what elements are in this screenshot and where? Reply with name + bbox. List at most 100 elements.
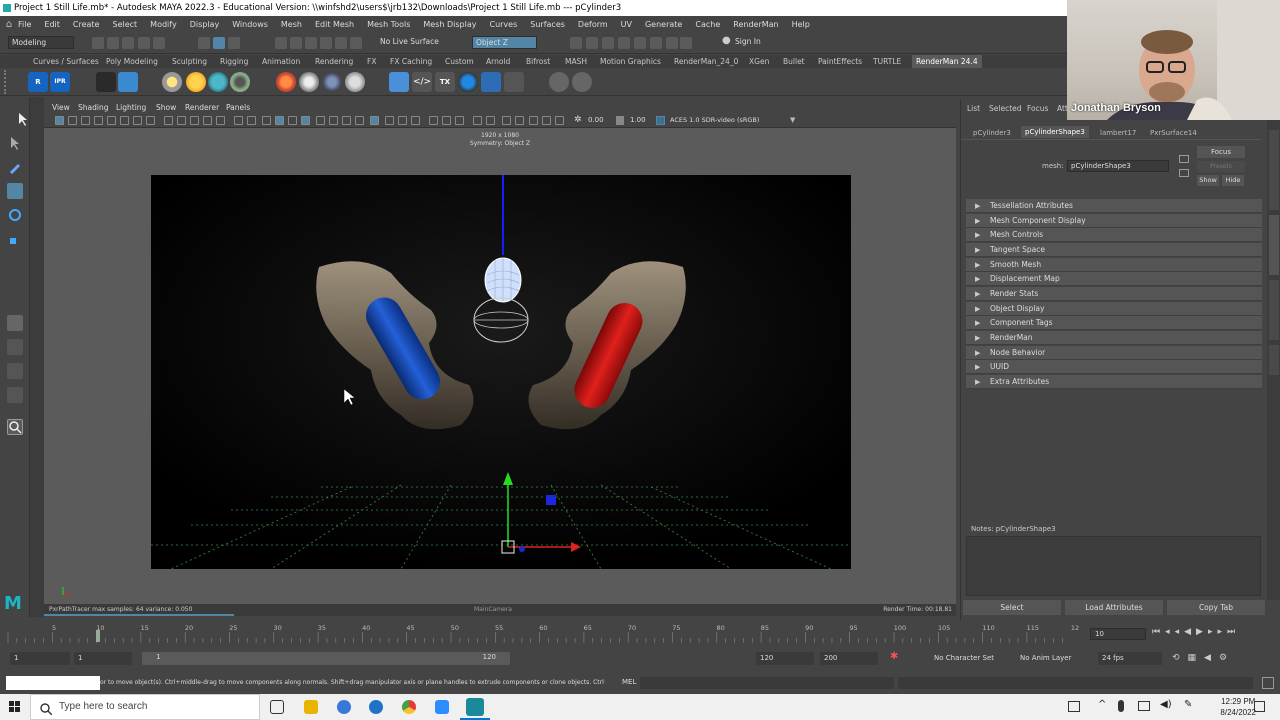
single-perspective-layout-icon[interactable] (7, 315, 23, 331)
color-management-icon[interactable] (656, 116, 665, 125)
bookmarks-icon[interactable] (81, 116, 90, 125)
motion-blur-icon[interactable] (329, 116, 338, 125)
sign-in-dropdown[interactable]: Sign In (732, 36, 800, 49)
microphone-icon[interactable] (1118, 700, 1124, 712)
icon-group[interactable] (529, 116, 538, 125)
shelf-tab-renderman-24-0[interactable]: RenderMan_24_0 (674, 57, 738, 66)
image-plane-icon[interactable] (94, 116, 103, 125)
shelf-tab-animation[interactable]: Animation (262, 57, 300, 66)
section-tangent-space[interactable]: ▶ Tangent Space (966, 243, 1262, 257)
outliner-side-tabs[interactable] (30, 97, 44, 617)
mesh-name-field[interactable]: pCylinderShape3 (1067, 160, 1169, 172)
animation-start-field[interactable]: 1 (10, 652, 70, 665)
taskbar-clock[interactable]: 12:29 PM 8/24/2022 (1220, 696, 1256, 718)
node-tab-pcylinder3[interactable]: pCylinder3 (973, 129, 1011, 137)
backface-culling-icon[interactable] (429, 116, 438, 125)
new-scene-icon[interactable] (92, 37, 104, 49)
two-d-pan-icon[interactable] (107, 116, 116, 125)
side-tab-xgen[interactable] (1269, 345, 1279, 375)
snap-grid-icon[interactable] (275, 37, 287, 49)
shelf-tab-arnold[interactable]: Arnold (486, 57, 510, 66)
field-chart-icon[interactable] (190, 116, 199, 125)
depth-of-field-icon[interactable] (355, 116, 364, 125)
rotate-tool-icon[interactable] (7, 207, 23, 223)
pxr-volume-icon[interactable] (299, 72, 319, 92)
xray-active-icon[interactable] (398, 116, 407, 125)
node-tab-lambert17[interactable]: lambert17 (1100, 129, 1136, 137)
cycle-icon[interactable] (542, 116, 551, 125)
menu-windows[interactable]: Windows (232, 20, 268, 29)
render-camera-icon[interactable] (96, 72, 116, 92)
node-tab-pcylindershape3[interactable]: pCylinderShape3 (1021, 126, 1089, 138)
lasso-tool-icon[interactable] (7, 135, 23, 151)
render-view-icon[interactable] (570, 37, 582, 49)
persp-outliner-layout-icon[interactable] (7, 363, 23, 379)
menu-display[interactable]: Display (190, 20, 220, 29)
panel-menu-lighting[interactable]: Lighting (116, 103, 146, 112)
dome-light-icon[interactable] (208, 72, 228, 92)
shadows-icon[interactable] (301, 116, 310, 125)
menu-deform[interactable]: Deform (578, 20, 608, 29)
section-renderman[interactable]: ▶ RenderMan (966, 331, 1262, 345)
osl-code-icon[interactable]: </> (412, 72, 432, 92)
use-all-lights-icon[interactable] (288, 116, 297, 125)
textured-icon[interactable] (275, 116, 284, 125)
select-button[interactable]: Select (963, 600, 1061, 615)
windows-start-icon[interactable] (9, 701, 21, 715)
shelf-tab-sculpting[interactable]: Sculpting (172, 57, 207, 66)
screen-space-ao-icon[interactable] (316, 116, 325, 125)
pause-viewport-icon[interactable] (680, 37, 692, 49)
panel-menu-renderer[interactable]: Renderer (185, 103, 219, 112)
gate-mask-icon[interactable] (177, 116, 186, 125)
panel-menu-show[interactable]: Show (156, 103, 176, 112)
renderman-help-icon[interactable] (572, 72, 592, 92)
menu-edit[interactable]: Edit (44, 20, 60, 29)
copy-node-icon[interactable] (1179, 169, 1189, 177)
open-scene-icon[interactable] (107, 37, 119, 49)
renderman-settings-icon[interactable] (549, 72, 569, 92)
copy-tab-button[interactable]: Copy Tab (1167, 600, 1265, 615)
txmake-icon[interactable]: TX (435, 72, 455, 92)
snap-point-icon[interactable] (305, 37, 317, 49)
isolate-select-icon[interactable] (370, 116, 379, 125)
mel-label[interactable]: MEL (622, 678, 636, 686)
section-extra-attributes[interactable]: ▶ Extra Attributes (966, 375, 1262, 389)
hide-button[interactable]: Hide (1222, 175, 1244, 186)
time-slider[interactable]: 5 10 15 20 25 30 35 40 45 50 55 60 65 70 75 80 85 90 95 100… (0, 620, 1280, 648)
file-explorer-icon[interactable] (304, 700, 318, 714)
xray-joints-icon[interactable] (411, 116, 420, 125)
fps-dropdown[interactable]: 24 fps (1098, 652, 1162, 665)
shelf-tab-fx-caching[interactable]: FX Caching (390, 57, 432, 66)
shelf-tab-rigging[interactable]: Rigging (220, 57, 248, 66)
shelf-tab-xgen[interactable]: XGen (749, 57, 769, 66)
pxr-cube-icon[interactable] (389, 72, 409, 92)
shelf-tab-custom[interactable]: Custom (445, 57, 474, 66)
scale-tool-icon[interactable] (7, 231, 23, 247)
redo-icon[interactable] (153, 37, 165, 49)
safe-title-icon[interactable] (216, 116, 225, 125)
menu-help[interactable]: Help (792, 20, 810, 29)
menu-file[interactable]: File (18, 20, 31, 29)
lama-icon[interactable] (458, 72, 478, 92)
section-smooth-mesh[interactable]: ▶ Smooth Mesh (966, 258, 1262, 272)
anim-layer-dropdown[interactable]: No Anim Layer (1020, 654, 1071, 662)
safe-action-icon[interactable] (203, 116, 212, 125)
gpu-override-icon[interactable] (455, 116, 464, 125)
paint-select-tool-icon[interactable] (7, 159, 23, 175)
menu-mesh-tools[interactable]: Mesh Tools (367, 20, 410, 29)
script-editor-icon[interactable] (1262, 677, 1274, 689)
light-icon[interactable] (486, 116, 495, 125)
select-component-icon[interactable] (228, 37, 240, 49)
menu-mesh-display[interactable]: Mesh Display (423, 20, 476, 29)
keyboard-icon[interactable] (1068, 701, 1080, 712)
snap-surface-icon[interactable] (335, 37, 347, 49)
exposure-field[interactable]: 0.00 (588, 116, 604, 124)
menu-cache[interactable]: Cache (695, 20, 720, 29)
notes-field[interactable] (966, 536, 1261, 596)
webex-icon[interactable] (337, 700, 351, 714)
ipr-render-icon[interactable] (602, 37, 614, 49)
shelf-tab-bullet[interactable]: Bullet (783, 57, 805, 66)
menu-renderman[interactable]: RenderMan (733, 20, 778, 29)
select-camera-icon[interactable] (55, 116, 64, 125)
ipr-render-region[interactable] (151, 175, 851, 569)
